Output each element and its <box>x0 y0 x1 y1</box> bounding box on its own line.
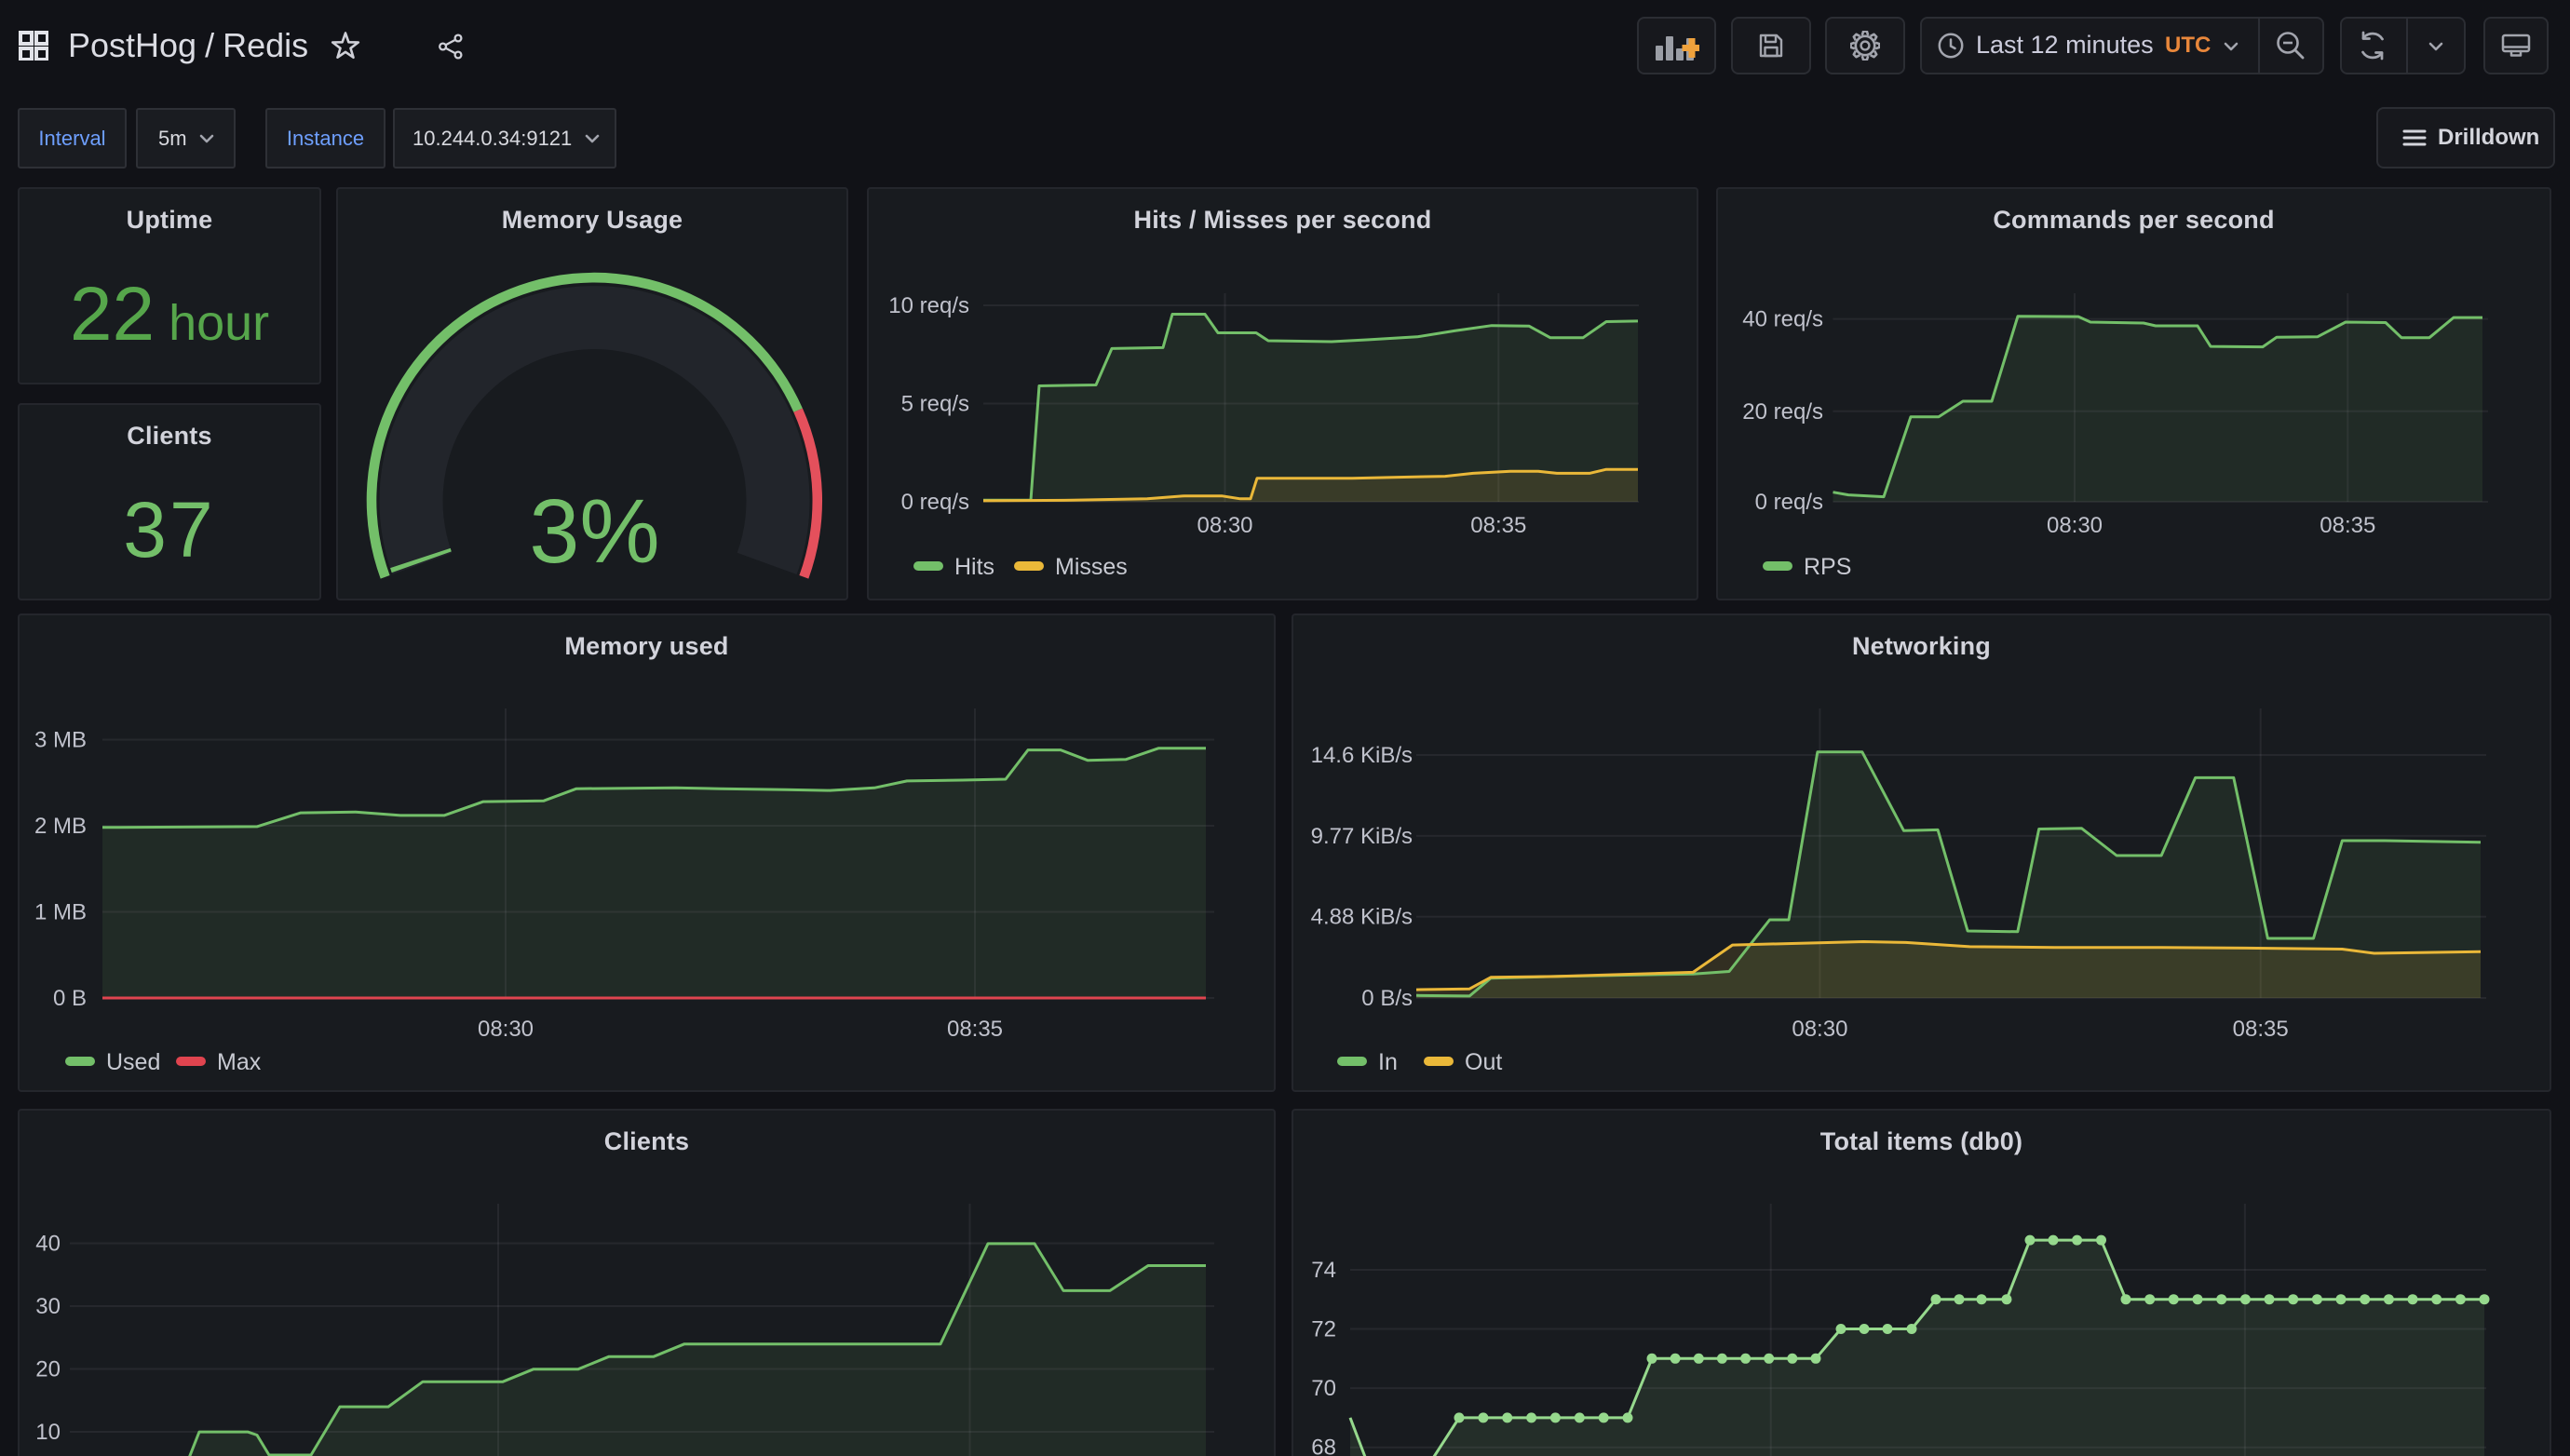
svg-text:30: 30 <box>35 1294 61 1319</box>
svg-text:08:35: 08:35 <box>2320 513 2375 538</box>
svg-text:08:30: 08:30 <box>1197 513 1252 538</box>
svg-text:Used: Used <box>106 1049 160 1075</box>
svg-text:9.77 KiB/s: 9.77 KiB/s <box>1311 824 1413 849</box>
svg-text:4.88 KiB/s: 4.88 KiB/s <box>1311 905 1413 930</box>
svg-text:70: 70 <box>1311 1376 1336 1401</box>
svg-text:3 MB: 3 MB <box>34 728 87 753</box>
svg-text:10 req/s: 10 req/s <box>888 293 969 318</box>
svg-text:74: 74 <box>1311 1258 1336 1283</box>
svg-text:In: In <box>1378 1049 1398 1075</box>
svg-text:40 req/s: 40 req/s <box>1742 307 1823 332</box>
svg-text:0 B: 0 B <box>53 986 87 1011</box>
svg-text:0 req/s: 0 req/s <box>901 490 969 515</box>
svg-text:08:35: 08:35 <box>2233 1017 2289 1042</box>
svg-text:0 req/s: 0 req/s <box>1755 490 1823 515</box>
svg-text:RPS: RPS <box>1804 554 1851 580</box>
svg-text:5 req/s: 5 req/s <box>901 392 969 417</box>
svg-text:08:35: 08:35 <box>947 1017 1003 1042</box>
svg-text:68: 68 <box>1311 1436 1336 1456</box>
svg-text:08:35: 08:35 <box>1470 513 1526 538</box>
svg-text:0 B/s: 0 B/s <box>1361 986 1413 1011</box>
svg-text:2 MB: 2 MB <box>34 814 87 839</box>
svg-text:Max: Max <box>217 1049 262 1075</box>
svg-text:08:30: 08:30 <box>2047 513 2103 538</box>
svg-text:72: 72 <box>1311 1317 1336 1342</box>
svg-text:Out: Out <box>1465 1049 1502 1075</box>
svg-text:08:30: 08:30 <box>1792 1017 1847 1042</box>
svg-text:40: 40 <box>35 1232 61 1257</box>
svg-text:20: 20 <box>35 1357 61 1382</box>
svg-text:20 req/s: 20 req/s <box>1742 399 1823 425</box>
svg-text:Misses: Misses <box>1055 554 1128 580</box>
svg-text:14.6 KiB/s: 14.6 KiB/s <box>1311 743 1413 768</box>
svg-text:08:30: 08:30 <box>478 1017 534 1042</box>
svg-text:3%: 3% <box>529 480 659 582</box>
svg-text:10: 10 <box>35 1420 61 1445</box>
svg-text:Hits: Hits <box>954 554 994 580</box>
svg-text:1 MB: 1 MB <box>34 900 87 925</box>
